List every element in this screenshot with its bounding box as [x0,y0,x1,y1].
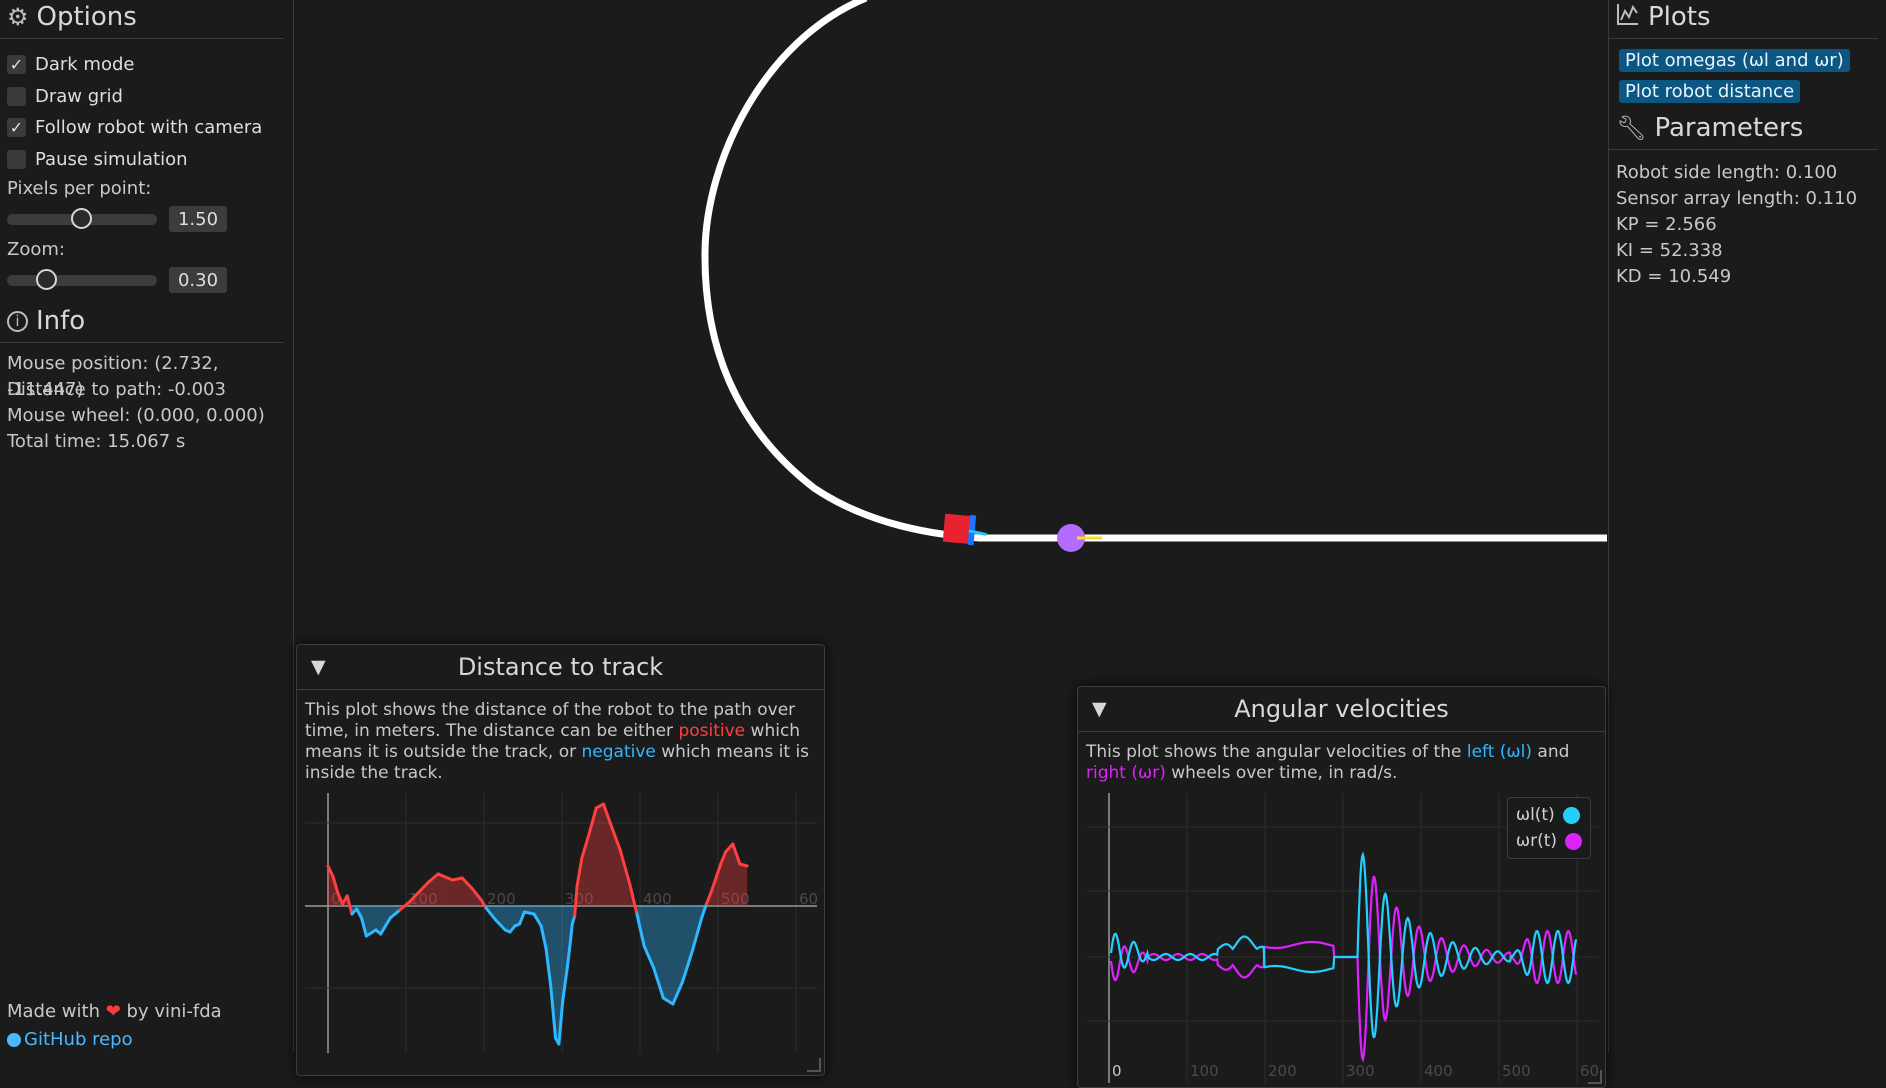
pixels-per-point-value[interactable]: 1.50 [169,206,227,232]
mouse-position-text: Mouse position: (2.732, -11.447) [7,353,219,400]
ki-value: KI = 52.338 [1616,240,1723,261]
github-icon [7,1032,21,1047]
info-heading: i Info [0,304,284,343]
pause-simulation-checkbox[interactable]: Pause simulation [0,144,293,176]
distance-fill-segment [739,864,748,906]
distance-curve-segment [738,862,749,868]
x-tick-label: 400 [1424,1062,1453,1080]
checkbox-label: Follow robot with camera [35,117,263,139]
options-heading: ⚙ Options [0,0,284,39]
desc-text: and [1532,742,1570,762]
distance-fill-segment [725,844,733,906]
track-path [701,0,1607,542]
zoom-label: Zoom: [7,239,65,260]
options-panel: ⚙ Options ✓ Dark mode Draw grid ✓ Follow… [0,0,294,1053]
info-icon: i [7,310,28,332]
legend-item-omega-l[interactable]: ωl(t) [1516,802,1582,828]
dark-mode-checkbox[interactable]: ✓ Dark mode [0,49,293,81]
legend-swatch [1562,806,1580,824]
x-tick-label: 60 [799,890,818,908]
x-tick-label: 0 [1112,1062,1122,1080]
plots-heading: Plots [1609,0,1878,39]
checkbox-box[interactable]: ✓ [7,55,26,75]
author-text: by vini-fda [126,1001,222,1022]
zoom-value[interactable]: 0.30 [169,267,227,293]
follow-robot-checkbox[interactable]: ✓ Follow robot with camera [0,112,293,144]
heart-icon: ❤ [105,1001,121,1022]
slider-handle[interactable] [36,268,57,290]
x-tick-label: 300 [1346,1062,1375,1080]
legend-label: ωr(t) [1515,831,1557,851]
x-tick-label: 200 [1268,1062,1297,1080]
gear-icon: ⚙ [7,3,29,31]
kp-value: KP = 2.566 [1616,214,1717,235]
made-with-footer: Made with ❤ by vini-fda [7,1001,222,1022]
github-link-text[interactable]: GitHub repo [24,1029,133,1050]
desc-text: This plot shows the angular velocities o… [1086,742,1467,762]
sensor-array-length: Sensor array length: 0.110 [1616,188,1858,209]
window-title-bar[interactable]: ▼ Angular velocities [1078,687,1605,732]
options-title: Options [36,2,137,32]
parameters-heading: 🔧︎ Parameters [1609,111,1878,150]
pixels-per-point-slider[interactable]: 1.50 [0,199,293,239]
distance-fill-segment [555,906,559,1044]
robot-side-length: Robot side length: 0.100 [1616,162,1838,183]
collapse-icon[interactable]: ▼ [1092,698,1107,720]
checkbox-label: Pause simulation [35,148,188,170]
distance-to-track-window[interactable]: ▼ Distance to track This plot shows the … [296,644,825,1076]
wrench-icon: 🔧︎ [1616,114,1647,142]
x-tick-label: 100 [1190,1062,1219,1080]
negative-word: negative [581,742,656,762]
x-tick-label: 400 [643,890,672,908]
positive-word: positive [678,721,746,741]
github-link[interactable]: GitHub repo [7,1029,133,1050]
zoom-slider[interactable]: 0.30 [0,260,293,300]
distance-to-path-text: Distance to path: -0.003 [7,379,226,400]
total-time-text: Total time: 15.067 s [7,431,186,452]
plot-distance-button[interactable]: Plot robot distance [1619,80,1801,103]
kd-value: KD = 10.549 [1616,266,1732,287]
slider-track[interactable] [7,207,157,229]
angular-description: This plot shows the angular velocities o… [1078,732,1605,784]
resize-grip-icon[interactable] [1588,1070,1602,1084]
legend-item-omega-r[interactable]: ωr(t) [1516,828,1582,854]
resize-grip-icon[interactable] [807,1058,821,1072]
draw-grid-checkbox[interactable]: Draw grid [0,81,293,113]
angular-velocities-window[interactable]: ▼ Angular velocities This plot shows the… [1077,686,1606,1088]
mouse-wheel-text: Mouse wheel: (0.000, 0.000) [7,405,265,426]
checkbox-box[interactable] [7,86,26,106]
slider-track[interactable] [7,268,157,290]
checkbox-box[interactable]: ✓ [7,118,26,138]
distance-description: This plot shows the distance of the robo… [297,690,824,784]
distance-plot[interactable]: 0 100 200 300 400 500 60 [297,793,824,1053]
x-tick-label: 200 [487,890,516,908]
x-tick-label: 500 [1502,1062,1531,1080]
info-title: Info [36,306,86,336]
plot-legend[interactable]: ωl(t) ωr(t) [1506,797,1591,859]
left-word: left (ωl) [1466,742,1533,762]
checkbox-box[interactable] [7,149,26,169]
slider-handle[interactable] [71,207,92,229]
plots-title: Plots [1648,2,1711,32]
collapse-icon[interactable]: ▼ [311,656,326,678]
angular-window-title: Angular velocities [1234,695,1449,723]
parameters-title: Parameters [1654,113,1804,143]
plot-omegas-button[interactable]: Plot omegas (ωl and ωr) [1619,49,1850,72]
desc-text: wheels over time, in rad/s. [1165,763,1398,783]
chart-icon [1616,2,1640,32]
plots-panel: Plots Plot omegas (ωl and ωr) Plot robot… [1608,0,1886,1053]
distance-fill-segment [505,906,511,932]
right-word: right (ωr) [1086,763,1166,783]
distance-fill-segment [596,804,604,906]
checkbox-label: Dark mode [35,54,135,76]
window-title-bar[interactable]: ▼ Distance to track [297,645,824,690]
made-with-text: Made with [7,1001,100,1022]
distance-fill-segment [452,878,463,906]
pixels-per-point-label: Pixels per point: [7,178,152,199]
distance-fill-segment [663,906,673,1004]
legend-label: ωl(t) [1515,805,1555,825]
checkbox-label: Draw grid [35,85,123,107]
distance-window-title: Distance to track [457,653,664,681]
legend-swatch [1565,832,1582,850]
